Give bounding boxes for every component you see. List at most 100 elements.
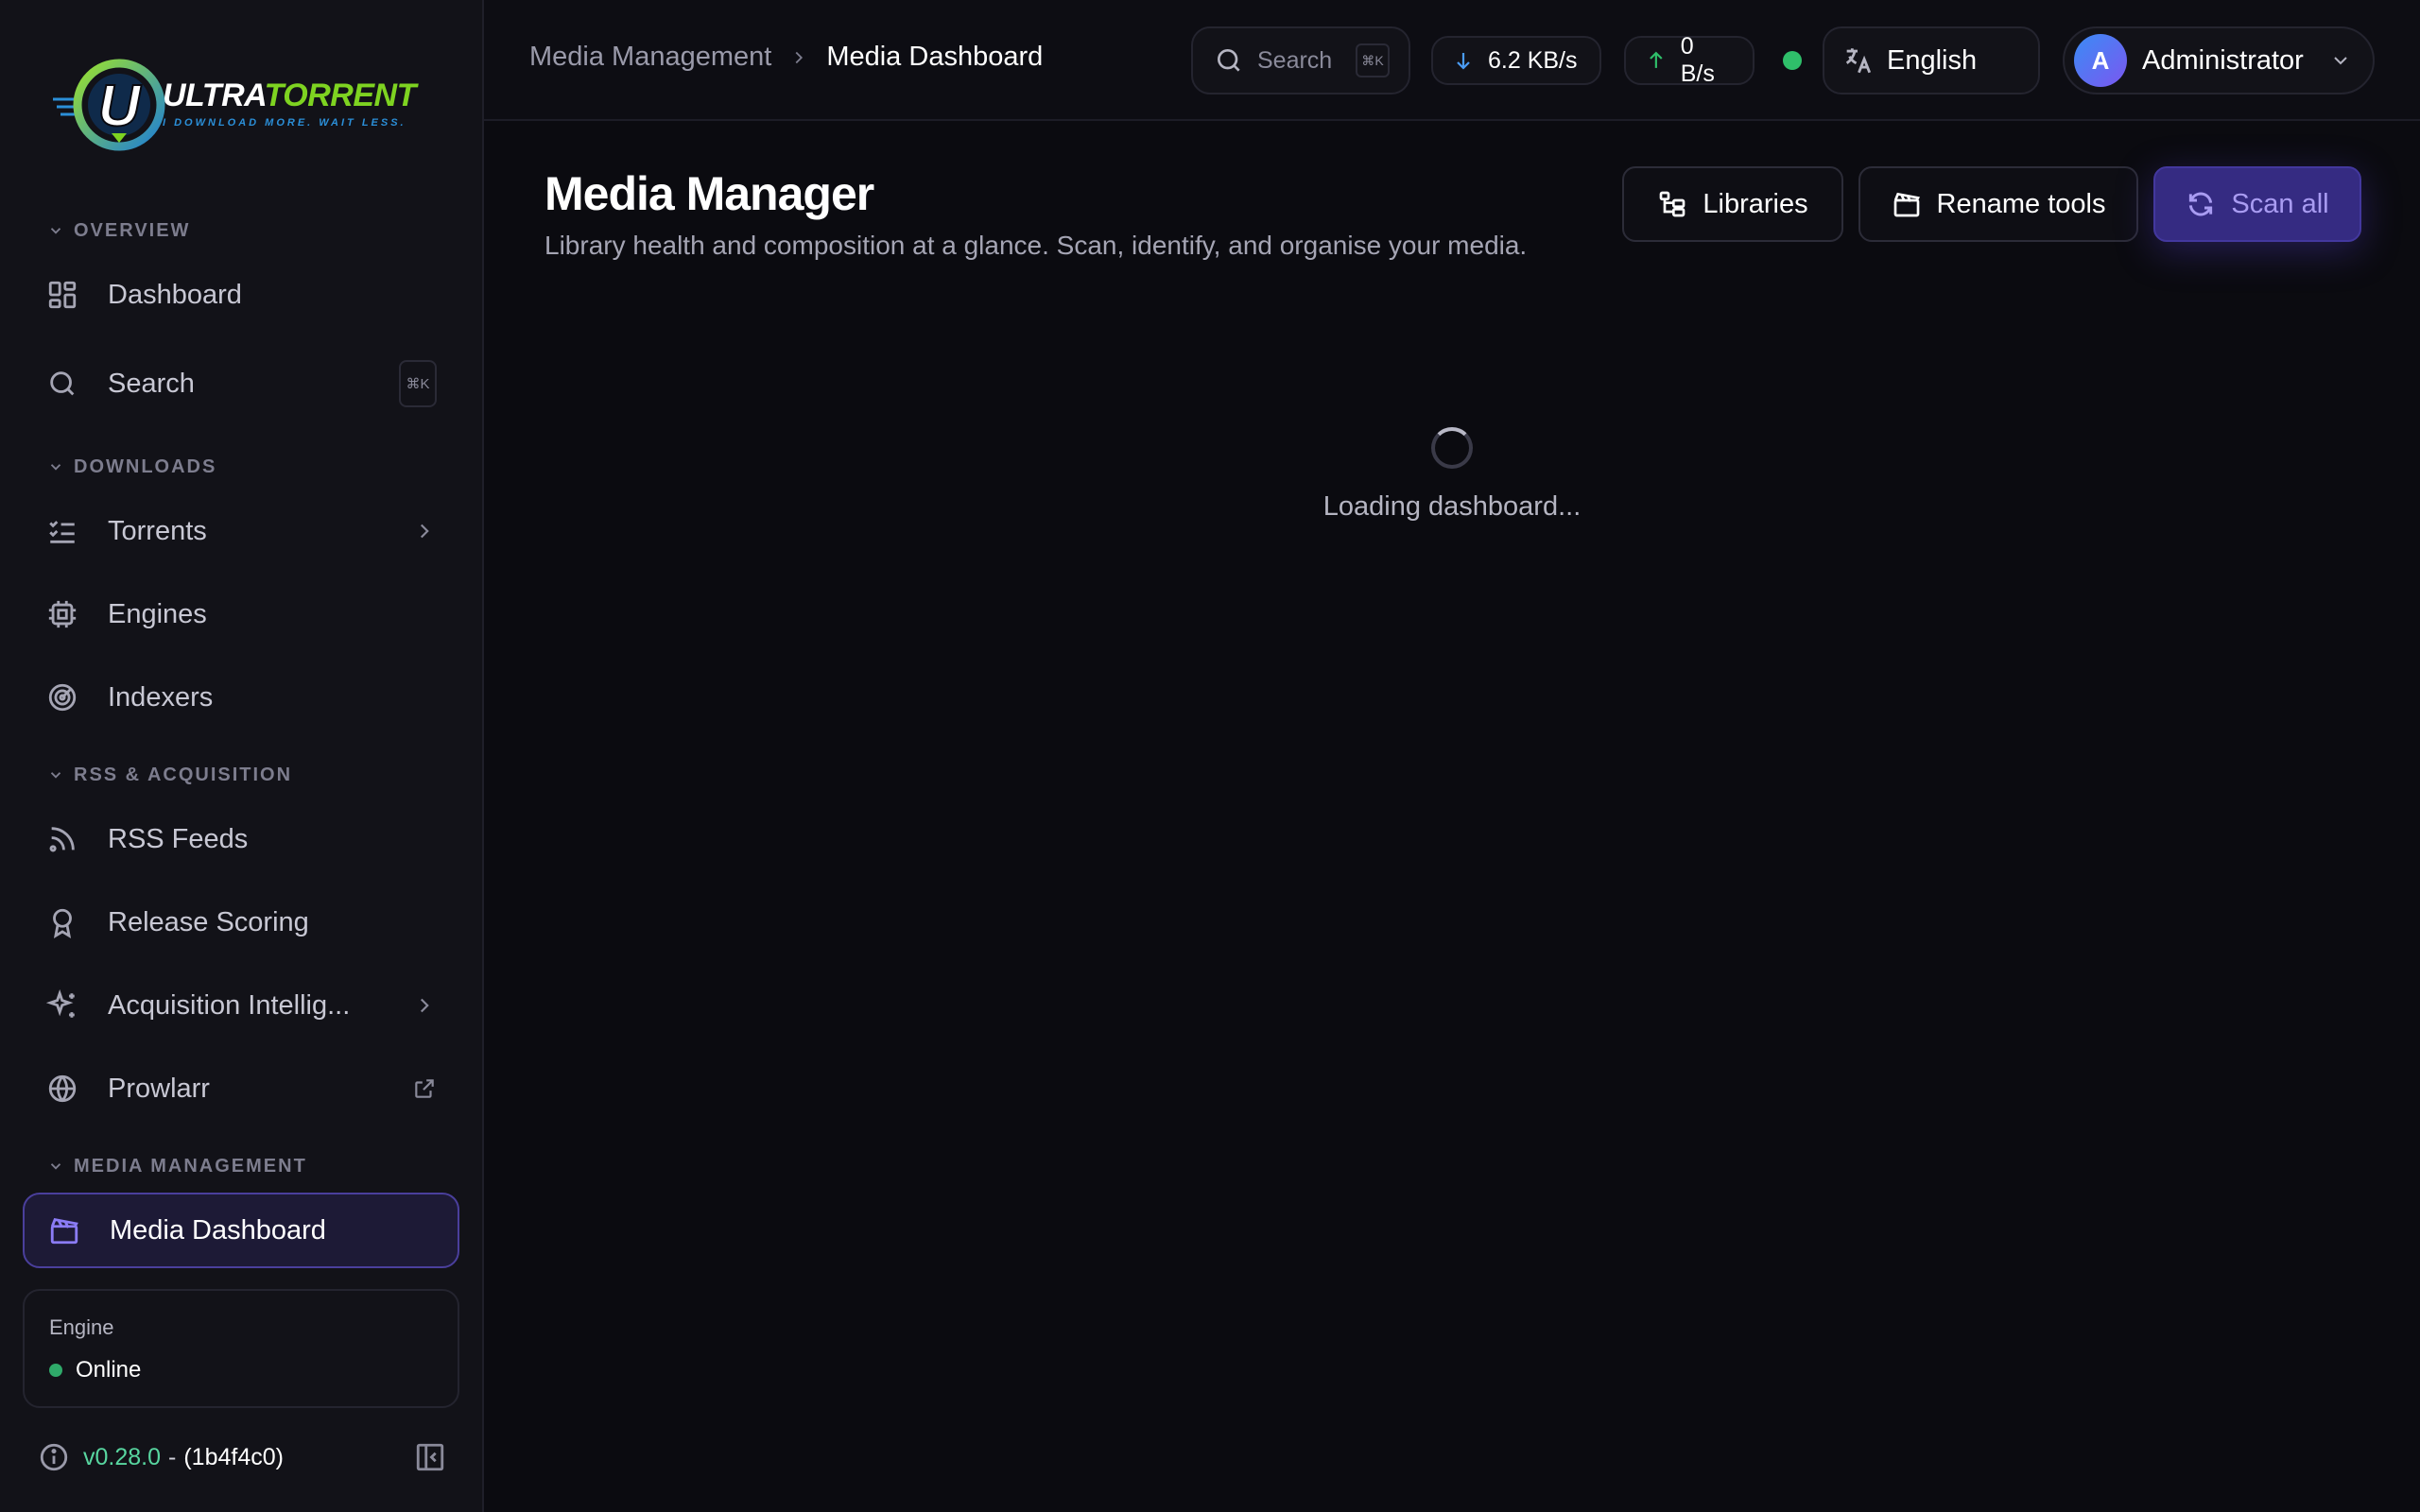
sidebar-item-label: Media Dashboard: [110, 1214, 326, 1246]
scan-all-button[interactable]: Scan all: [2153, 166, 2361, 242]
language-label: English: [1887, 44, 1978, 76]
arrow-down-icon: [1457, 53, 1470, 70]
sidebar: U ULTRATORRENT I DOWNLOAD MORE. WAIT LES…: [0, 0, 484, 1512]
sidebar-item-acquisition-intelligence[interactable]: Acquisition Intellig...: [23, 968, 459, 1043]
topbar: Media Management Media Dashboard Search …: [484, 0, 2420, 121]
app-root: U ULTRATORRENT I DOWNLOAD MORE. WAIT LES…: [0, 0, 2420, 1512]
clapperboard-icon: [47, 1213, 81, 1247]
chevron-down-icon: [50, 464, 61, 471]
engine-status-text: Online: [76, 1357, 142, 1383]
avatar: A: [2074, 34, 2127, 87]
engine-status-card: Engine Online: [23, 1289, 459, 1408]
breadcrumb: Media Management Media Dashboard: [529, 42, 1043, 73]
search-shortcut-badge: ⌘K: [1356, 43, 1390, 77]
sparkles-icon: [45, 988, 79, 1022]
section-overview-label: OVERVIEW: [74, 219, 191, 241]
loading-state: Loading dashboard...: [1210, 427, 1694, 523]
external-link-icon[interactable]: [412, 1076, 437, 1101]
version-text: v0.28.0: [83, 1443, 162, 1470]
sidebar-item-release-scoring[interactable]: Release Scoring: [23, 885, 459, 960]
logo-text: ULTRATORRENT I DOWNLOAD MORE. WAIT LESS.: [163, 79, 416, 129]
sidebar-item-torrents[interactable]: Torrents: [23, 493, 459, 569]
logo-tagline: I DOWNLOAD MORE. WAIT LESS.: [163, 117, 406, 129]
section-downloads[interactable]: DOWNLOADS: [47, 455, 216, 478]
sidebar-item-label: Prowlarr: [108, 1073, 210, 1104]
download-rate-badge: 6.2 KB/s: [1431, 36, 1601, 85]
sidebar-item-dashboard[interactable]: Dashboard: [23, 257, 459, 333]
sidebar-item-search[interactable]: Search ⌘K: [23, 346, 459, 421]
sidebar-item-indexers[interactable]: Indexers: [23, 660, 459, 735]
breadcrumb-current: Media Dashboard: [826, 42, 1044, 72]
logo-word: ULTRATORRENT: [163, 79, 416, 112]
radar-icon: [45, 680, 79, 714]
user-name: Administrator: [2142, 44, 2304, 76]
refresh-icon: [2189, 192, 2213, 216]
section-media-label: MEDIA MANAGEMENT: [74, 1155, 307, 1177]
brand-logo[interactable]: U ULTRATORRENT I DOWNLOAD MORE. WAIT LES…: [45, 47, 442, 161]
libraries-button-label: Libraries: [1703, 188, 1808, 219]
section-rss-label: RSS & ACQUISITION: [74, 764, 293, 785]
svg-text:U: U: [98, 74, 143, 139]
download-rate-text: 6.2 KB/s: [1488, 46, 1578, 74]
chevron-right-icon[interactable]: [412, 993, 437, 1018]
chevron-down-icon: [50, 1163, 61, 1170]
sidebar-item-label: Acquisition Intellig...: [108, 989, 351, 1021]
logo-word-ultra: ULTRA: [163, 77, 265, 113]
sidebar-item-media-dashboard[interactable]: Media Dashboard: [23, 1193, 459, 1268]
shortcut-badge: ⌘K: [399, 360, 437, 407]
dashboard-grid-icon: [45, 278, 79, 312]
section-downloads-label: DOWNLOADS: [74, 455, 217, 477]
section-overview[interactable]: OVERVIEW: [47, 219, 190, 242]
sidebar-item-label: Engines: [108, 598, 207, 629]
loading-spinner-icon: [1431, 427, 1473, 469]
user-menu[interactable]: A Administrator: [2063, 26, 2375, 94]
folder-tree-icon: [1660, 191, 1685, 217]
sidebar-item-label: Search: [108, 368, 195, 399]
search-label: Search: [1257, 46, 1333, 74]
sidebar-item-label: RSS Feeds: [108, 823, 249, 854]
version-row: v0.28.0 - (1b4f4c0): [38, 1438, 446, 1476]
rss-icon: [45, 822, 79, 856]
chevron-right-icon: [795, 51, 804, 63]
upload-rate-text: 0 B/s: [1680, 33, 1715, 87]
scan-all-button-label: Scan all: [2231, 188, 2329, 219]
logo-icon: U: [45, 52, 166, 156]
language-selector[interactable]: English: [1823, 26, 2040, 94]
libraries-button[interactable]: Libraries: [1622, 166, 1843, 242]
chevron-down-icon: [2334, 57, 2347, 65]
sidebar-item-rss-feeds[interactable]: RSS Feeds: [23, 801, 459, 877]
rename-tools-button[interactable]: Rename tools: [1858, 166, 2138, 242]
logo-word-torrent: TORRENT: [264, 77, 417, 113]
sidebar-item-label: Dashboard: [108, 279, 242, 310]
loading-text: Loading dashboard...: [1322, 491, 1582, 522]
collapse-sidebar-icon[interactable]: [414, 1441, 446, 1473]
sidebar-item-label: Release Scoring: [108, 906, 309, 937]
commit-hash: (1b4f4c0): [183, 1443, 284, 1470]
global-search-button[interactable]: Search ⌘K: [1191, 26, 1410, 94]
list-check-icon: [45, 514, 79, 548]
sidebar-item-label: Torrents: [108, 515, 207, 546]
info-icon[interactable]: [38, 1441, 70, 1473]
globe-icon: [45, 1072, 79, 1106]
page-subtitle: Library health and composition at a glan…: [544, 231, 1528, 260]
translate-icon: [1845, 48, 1872, 74]
award-icon: [45, 905, 79, 939]
search-icon: [45, 367, 79, 401]
section-media[interactable]: MEDIA MANAGEMENT: [47, 1155, 307, 1177]
clapperboard-icon: [1893, 192, 1920, 217]
arrow-up-icon: [1650, 51, 1663, 68]
rename-tools-button-label: Rename tools: [1936, 188, 2106, 219]
page-title: Media Manager: [544, 167, 874, 220]
cpu-icon: [45, 597, 79, 631]
section-rss[interactable]: RSS & ACQUISITION: [47, 764, 292, 786]
chevron-down-icon: [50, 228, 61, 234]
version-separator: -: [168, 1443, 177, 1470]
connection-status-dot: [1783, 51, 1802, 70]
sidebar-item-prowlarr[interactable]: Prowlarr: [23, 1051, 459, 1126]
sidebar-item-engines[interactable]: Engines: [23, 576, 459, 652]
chevron-down-icon: [50, 772, 61, 779]
chevron-right-icon[interactable]: [412, 519, 437, 543]
breadcrumb-parent[interactable]: Media Management: [529, 42, 771, 73]
sidebar-item-label: Indexers: [108, 681, 214, 713]
engine-status: Online: [49, 1357, 433, 1383]
